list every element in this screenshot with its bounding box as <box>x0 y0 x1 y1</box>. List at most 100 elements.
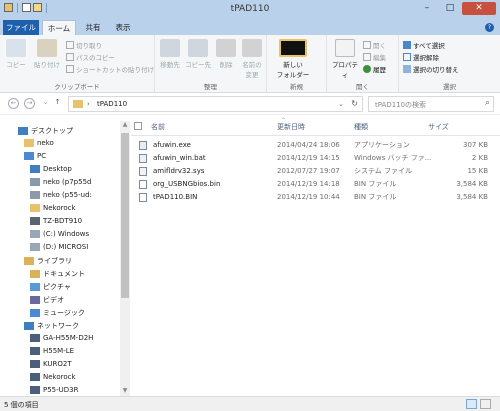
column-header-name[interactable]: 名前 <box>151 120 271 134</box>
file-type: システム ファイル <box>354 167 413 175</box>
file-row[interactable]: org_USBNGbios.bin 2014/12/19 14:18 BIN フ… <box>131 178 500 190</box>
search-icon[interactable]: ⌕ <box>485 98 490 108</box>
file-type: BIN ファイル <box>354 193 397 201</box>
nav-item-label: ドキュメント <box>43 270 85 278</box>
nav-item-libraries[interactable]: ライブラリ <box>24 256 72 266</box>
file-row[interactable]: afuwin_win.bat 2014/12/19 14:15 Windows … <box>131 152 500 164</box>
recent-locations-button[interactable]: ⌄ <box>40 98 51 109</box>
nav-item-drive-d[interactable]: (D:) MICROSI <box>30 243 88 251</box>
up-button[interactable]: ↑ <box>52 98 63 109</box>
new-folder-button[interactable]: 新しい フォルダー <box>273 39 313 79</box>
ribbon-tab-bar: ファイル ホーム 共有 表示 ? <box>0 20 500 35</box>
nav-item-network-drive[interactable]: neko (p55-ud: <box>30 191 92 199</box>
nav-item-user[interactable]: neko <box>24 139 54 147</box>
open-button[interactable]: 開く <box>363 40 386 50</box>
paste-button[interactable]: 貼り付け <box>32 39 62 69</box>
back-button[interactable]: ← <box>8 98 19 109</box>
nav-item-desktop-folder[interactable]: Desktop <box>30 165 72 173</box>
chevron-down-icon[interactable]: ⌄ <box>338 100 344 108</box>
column-header-type[interactable]: 種類 <box>354 120 424 134</box>
nav-scrollbar[interactable]: ▲ ▼ <box>120 121 130 396</box>
file-modified: 2014/12/19 14:15 <box>277 154 340 162</box>
move-to-button[interactable]: 移動先 <box>157 39 183 69</box>
address-input[interactable]: › tPAD110 ⌄ ↻ <box>68 96 363 112</box>
scrollbar-thumb[interactable] <box>121 133 129 298</box>
nav-item-documents[interactable]: ドキュメント <box>30 269 85 279</box>
edit-label: 編集 <box>373 54 386 62</box>
column-header-label: 種類 <box>354 123 368 131</box>
paste-shortcut-button[interactable]: ショートカットの貼り付け <box>66 64 154 74</box>
copy-path-button[interactable]: パスのコピー <box>66 52 115 62</box>
details-view-icon[interactable] <box>466 399 477 409</box>
nav-item-nekorock[interactable]: Nekorock <box>30 204 76 212</box>
paste-icon <box>37 39 57 57</box>
history-button[interactable]: 履歴 <box>363 64 386 74</box>
copy-to-label: コピー先 <box>185 61 211 69</box>
nav-item-drive-c[interactable]: (C:) Windows <box>30 230 89 238</box>
rename-button[interactable]: 名前の 変更 <box>239 39 265 79</box>
drive-icon <box>30 243 40 251</box>
file-modified: 2014/12/19 10:44 <box>277 193 340 201</box>
column-header-modified[interactable]: 更新日時 <box>277 120 349 134</box>
documents-icon <box>30 270 40 278</box>
invert-selection-button[interactable]: 選択の切り替え <box>403 64 459 74</box>
nav-item-computer[interactable]: H55M-LE <box>30 347 74 355</box>
search-input[interactable]: tPAD110の検索 ⌕ <box>368 96 494 112</box>
history-label: 履歴 <box>373 66 386 74</box>
nav-item-device[interactable]: TZ-BDT910 <box>30 217 82 225</box>
scroll-up-icon[interactable]: ▲ <box>120 121 130 130</box>
file-row[interactable]: amifldrv32.sys 2012/07/27 19:07 システム ファイ… <box>131 165 500 177</box>
copy-label: コピー <box>6 61 26 69</box>
cut-button[interactable]: 切り取り <box>66 40 102 50</box>
select-all-checkbox[interactable] <box>134 122 142 130</box>
copy-button[interactable]: コピー <box>4 39 28 69</box>
select-none-button[interactable]: 選択解除 <box>403 52 439 62</box>
folder-icon <box>30 204 40 212</box>
nav-item-computer[interactable]: GA-H55M-D2H <box>30 334 93 342</box>
nav-item-label: neko (p7p55d <box>43 178 92 186</box>
nav-item-computer[interactable]: P55-UD3R <box>30 386 79 394</box>
tab-view[interactable]: 表示 <box>110 20 136 35</box>
file-list-pane: 名前 ⌃ 更新日時 種類 サイズ afuwin.exe 2014/04/24 1… <box>131 115 500 396</box>
close-button[interactable]: ✕ <box>462 2 496 15</box>
network-drive-icon <box>30 178 40 186</box>
nav-item-computer[interactable]: Nekorock <box>30 373 76 381</box>
copy-to-icon <box>188 39 208 57</box>
breadcrumb[interactable]: tPAD110 <box>97 100 127 108</box>
delete-button[interactable]: 削除 <box>215 39 237 69</box>
tab-file[interactable]: ファイル <box>3 20 39 35</box>
nav-item-desktop[interactable]: デスクトップ <box>18 126 73 136</box>
edit-button[interactable]: 編集 <box>363 52 386 62</box>
select-all-button[interactable]: すべて選択 <box>403 40 445 50</box>
refresh-icon[interactable]: ↻ <box>351 99 358 108</box>
nav-item-label: (D:) MICROSI <box>43 243 89 251</box>
nav-item-videos[interactable]: ビデオ <box>30 295 64 305</box>
tab-share[interactable]: 共有 <box>80 20 106 35</box>
paste-shortcut-icon <box>66 65 74 73</box>
large-icons-view-icon[interactable] <box>480 399 491 409</box>
nav-item-network-drive[interactable]: neko (p7p55d <box>30 178 91 186</box>
properties-button[interactable]: プロパティ <box>329 39 361 79</box>
videos-icon <box>30 296 40 304</box>
tab-home[interactable]: ホーム <box>42 20 76 35</box>
help-icon[interactable]: ? <box>485 23 494 32</box>
nav-item-computer[interactable]: KURO2T <box>30 360 72 368</box>
nav-item-music[interactable]: ミュージック <box>30 308 85 318</box>
forward-button[interactable]: → <box>24 98 35 109</box>
breadcrumb-separator[interactable]: › <box>87 100 90 108</box>
minimize-button[interactable]: – <box>416 2 438 15</box>
nav-item-network[interactable]: ネットワーク <box>24 321 79 331</box>
bin-icon <box>139 180 147 189</box>
file-row[interactable]: tPAD110.BIN 2014/12/19 10:44 BIN ファイル 3,… <box>131 191 500 203</box>
nav-item-label: ミュージック <box>43 309 85 317</box>
file-row[interactable]: afuwin.exe 2014/04/24 18:06 アプリケーション 307… <box>131 139 500 151</box>
column-header-size[interactable]: サイズ <box>428 120 488 134</box>
copy-to-button[interactable]: コピー先 <box>185 39 211 69</box>
nav-item-pc[interactable]: PC <box>24 152 46 160</box>
nav-item-pictures[interactable]: ピクチャ <box>30 282 71 292</box>
scroll-down-icon[interactable]: ▼ <box>120 387 130 396</box>
pc-icon <box>24 152 34 160</box>
file-type: BIN ファイル <box>354 180 397 188</box>
file-type: Windows バッチ ファ... <box>354 154 432 162</box>
maximize-button[interactable]: □ <box>439 2 461 15</box>
